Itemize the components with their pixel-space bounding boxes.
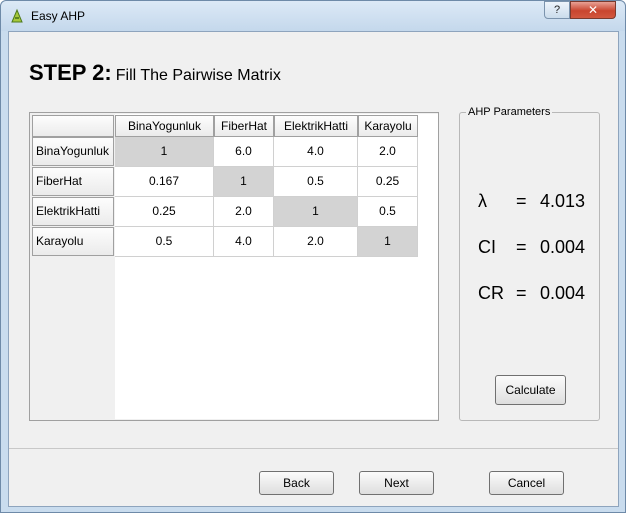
matrix-cell-r0-c1[interactable]: 6.0 (214, 137, 274, 167)
ahp-parameters-group: AHP Parameters λ = 4.013 CI = 0.004 CR =… (459, 106, 600, 421)
col-header-binayogunluk[interactable]: BinaYogunluk (115, 115, 214, 137)
row-header-elektrikhatti[interactable]: ElektrikHatti (32, 197, 114, 226)
matrix-cell-r3-c1[interactable]: 4.0 (214, 227, 274, 257)
easy-ahp-window: Easy AHP ? ✕ STEP 2: Fill The Pairwise Ma… (0, 0, 626, 513)
matrix-cell-r3-c2[interactable]: 2.0 (274, 227, 358, 257)
matrix-cell-r2-c3[interactable]: 0.5 (358, 197, 418, 227)
calculate-button[interactable]: Calculate (495, 375, 566, 405)
pairwise-matrix-table: BinaYogunluk FiberHat ElektrikHatti Kara… (29, 112, 439, 421)
close-button[interactable]: ✕ (570, 1, 616, 19)
matrix-cell-r2-c0[interactable]: 0.25 (115, 197, 214, 227)
table-corner-button[interactable] (32, 115, 114, 137)
col-header-karayolu[interactable]: Karayolu (358, 115, 418, 137)
lambda-value: 4.013 (540, 191, 586, 211)
window-title: Easy AHP (31, 9, 86, 23)
next-button[interactable]: Next (359, 471, 434, 495)
back-button[interactable]: Back (259, 471, 334, 495)
ci-equals: = (516, 237, 527, 257)
help-button[interactable]: ? (544, 1, 570, 19)
col-header-fiberhat[interactable]: FiberHat (214, 115, 274, 137)
matrix-cell-r1-c0[interactable]: 0.167 (115, 167, 214, 197)
matrix-cell-r1-c1[interactable]: 1 (214, 167, 274, 197)
row-header-fiberhat[interactable]: FiberHat (32, 167, 114, 196)
lambda-equals: = (516, 191, 527, 211)
matrix-cell-r3-c3[interactable]: 1 (358, 227, 418, 257)
matrix-cell-r1-c2[interactable]: 0.5 (274, 167, 358, 197)
matrix-cell-r0-c0[interactable]: 1 (115, 137, 214, 167)
row-header-binayogunluk[interactable]: BinaYogunluk (32, 137, 114, 166)
col-header-elektrikhatti[interactable]: ElektrikHatti (274, 115, 358, 137)
ci-label: CI (478, 237, 496, 257)
matrix-cell-r0-c2[interactable]: 4.0 (274, 137, 358, 167)
step-heading: STEP 2: Fill The Pairwise Matrix (29, 60, 281, 86)
title-bar: Easy AHP ? ✕ (1, 1, 625, 31)
cr-equals: = (516, 283, 527, 303)
step-label: STEP 2: (29, 60, 112, 85)
row-header-karayolu[interactable]: Karayolu (32, 227, 114, 256)
lambda-label: λ (478, 191, 487, 211)
cr-value: 0.004 (540, 283, 586, 303)
ahp-parameters-legend: AHP Parameters (466, 106, 553, 118)
step-subtitle: Fill The Pairwise Matrix (115, 67, 281, 84)
cancel-button[interactable]: Cancel (489, 471, 564, 495)
matrix-cell-r3-c0[interactable]: 0.5 (115, 227, 214, 257)
cr-label: CR (478, 283, 504, 303)
matrix-cell-r2-c2[interactable]: 1 (274, 197, 358, 227)
matrix-cell-r2-c1[interactable]: 2.0 (214, 197, 274, 227)
qgis-app-icon (11, 8, 23, 23)
footer-separator (9, 448, 618, 449)
matrix-cell-r0-c3[interactable]: 2.0 (358, 137, 418, 167)
matrix-cell-r1-c3[interactable]: 0.25 (358, 167, 418, 197)
ci-value: 0.004 (540, 237, 586, 257)
dialog-body: STEP 2: Fill The Pairwise Matrix BinaYogu… (8, 31, 619, 507)
